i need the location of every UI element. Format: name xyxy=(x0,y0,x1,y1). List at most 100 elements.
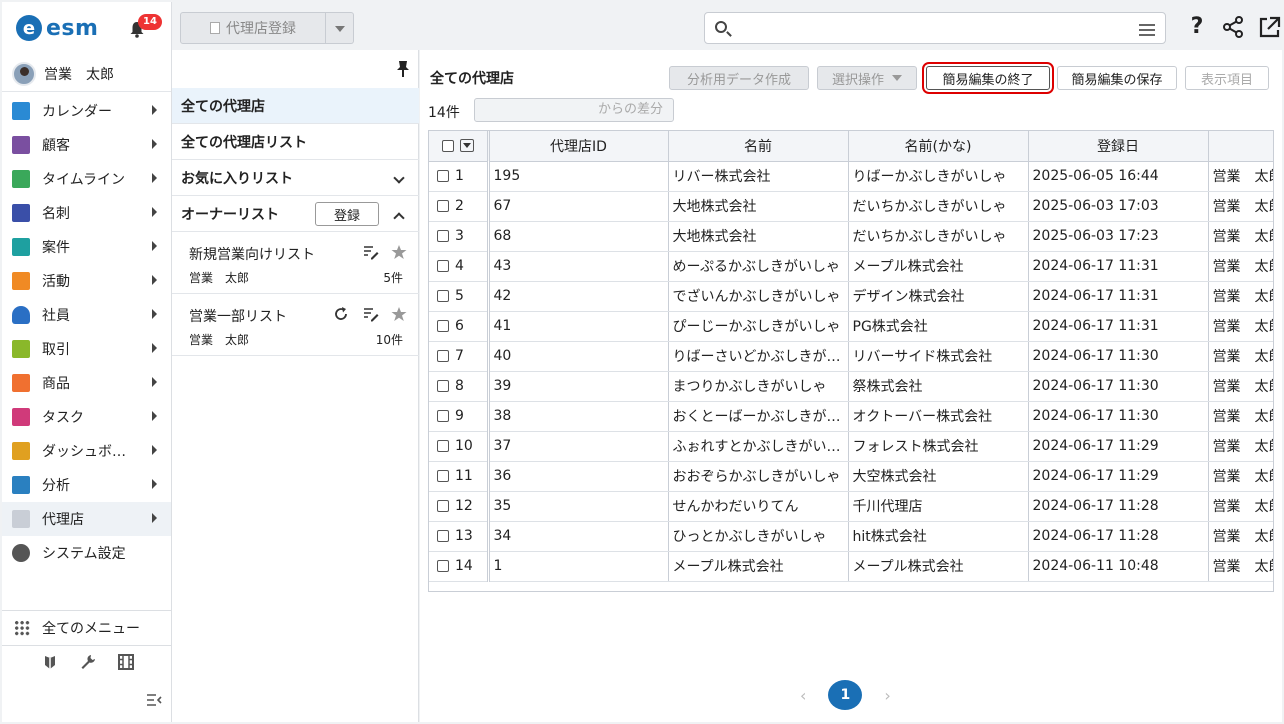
analysis-data-button[interactable]: 分析用データ作成 xyxy=(669,66,809,90)
cell-date[interactable]: 2024-06-17 11:28 xyxy=(1028,521,1209,552)
cell-owner[interactable]: 営業 太郎 xyxy=(1208,311,1273,342)
table-row[interactable]: 7 40 りばーさいどかぶしきが… リバーサイド株式会社 2024-06-17 11:3… xyxy=(429,341,1273,372)
row-select-cell[interactable]: 1 xyxy=(429,161,490,192)
cell-owner[interactable]: 営業 太郎 xyxy=(1208,341,1273,372)
cell-date[interactable]: 2025-06-05 16:44 xyxy=(1028,161,1209,192)
cell-date[interactable]: 2025-06-03 17:03 xyxy=(1028,191,1209,222)
cell-date[interactable]: 2024-06-17 11:28 xyxy=(1028,491,1209,522)
collapse-nav-icon[interactable] xyxy=(146,692,162,708)
cell-date[interactable]: 2024-06-17 11:30 xyxy=(1028,371,1209,402)
cell-kana[interactable]: オクトーバー株式会社 xyxy=(848,401,1029,432)
film-icon[interactable] xyxy=(118,654,134,670)
end-quick-edit-button[interactable]: 簡易編集の終了 xyxy=(922,62,1054,94)
page-number[interactable]: 1 xyxy=(828,680,863,710)
row-select-cell[interactable]: 4 xyxy=(429,251,490,282)
cell-id[interactable]: 43 xyxy=(488,251,669,282)
row-checkbox[interactable] xyxy=(437,230,449,242)
cell-name[interactable]: ふぉれすとかぶしきがい… xyxy=(668,431,849,462)
cell-owner[interactable]: 営業 太郎 xyxy=(1208,401,1273,432)
table-row[interactable]: 13 34 ひっとかぶしきがいしゃ hit株式会社 2024-06-17 11:28 営業… xyxy=(429,521,1273,552)
cell-kana[interactable]: メープル株式会社 xyxy=(848,251,1029,282)
row-select-cell[interactable]: 3 xyxy=(429,221,490,252)
cell-name[interactable]: おおぞらかぶしきがいしゃ xyxy=(668,461,849,492)
cell-date[interactable]: 2024-06-17 11:31 xyxy=(1028,281,1209,312)
column-header[interactable]: 名前 xyxy=(668,131,849,162)
cell-name[interactable]: ひっとかぶしきがいしゃ xyxy=(668,521,849,552)
cell-owner[interactable]: 営業 太郎 xyxy=(1208,371,1273,402)
cell-id[interactable]: 36 xyxy=(488,461,669,492)
cell-kana[interactable]: PG株式会社 xyxy=(848,311,1029,342)
help-icon[interactable]: ? xyxy=(1184,12,1210,42)
display-items-button[interactable]: 表示項目 xyxy=(1185,66,1269,90)
select-all-checkbox[interactable] xyxy=(441,139,454,152)
all-menu-button[interactable]: 全てのメニュー xyxy=(2,610,171,646)
cell-name[interactable]: でざいんかぶしきがいしゃ xyxy=(668,281,849,312)
edit-list-icon[interactable] xyxy=(363,244,379,260)
cell-name[interactable]: おくとーばーかぶしきが… xyxy=(668,401,849,432)
table-row[interactable]: 4 43 めーぷるかぶしきがいしゃ メープル株式会社 2024-06-17 11:31 営… xyxy=(429,251,1273,282)
row-select-cell[interactable]: 8 xyxy=(429,371,490,402)
user-profile[interactable]: 営業 太郎 xyxy=(2,56,171,92)
owner-list-item[interactable]: 新規営業向けリスト 営業 太郎 5件 xyxy=(172,232,419,294)
cell-id[interactable]: 39 xyxy=(488,371,669,402)
column-header[interactable] xyxy=(1208,131,1273,162)
list-owner-lists[interactable]: オーナーリスト 登録 xyxy=(172,196,419,232)
cell-name[interactable]: リバー株式会社 xyxy=(668,161,849,192)
cell-kana[interactable]: 大空株式会社 xyxy=(848,461,1029,492)
search-input[interactable] xyxy=(704,12,1166,44)
table-row[interactable]: 141メープル株式会社メープル株式会社2024-06-11 10:48営業 太郎 xyxy=(429,551,1273,582)
cell-date[interactable]: 2024-06-17 11:31 xyxy=(1028,251,1209,282)
menu-item[interactable]: カレンダー xyxy=(2,94,171,128)
row-select-cell[interactable]: 2 xyxy=(429,191,490,222)
cell-kana[interactable]: リバーサイド株式会社 xyxy=(848,341,1029,372)
menu-item[interactable]: 取引 xyxy=(2,332,171,366)
cell-owner[interactable]: 営業 太郎 xyxy=(1208,431,1273,462)
column-header[interactable]: 登録日 xyxy=(1028,131,1209,162)
share-icon[interactable] xyxy=(1220,12,1246,42)
row-select-cell[interactable]: 13 xyxy=(429,521,490,552)
row-checkbox[interactable] xyxy=(437,320,449,332)
menu-item[interactable]: 社員 xyxy=(2,298,171,332)
cell-owner[interactable]: 営業 太郎 xyxy=(1208,251,1273,282)
row-select-cell[interactable]: 14 xyxy=(429,551,490,582)
column-header[interactable]: 名前(かな) xyxy=(848,131,1029,162)
cell-owner[interactable]: 営業 太郎 xyxy=(1208,161,1273,192)
owner-list-register-button[interactable]: 登録 xyxy=(315,202,379,226)
cell-kana[interactable]: りばーかぶしきがいしゃ xyxy=(848,161,1029,192)
cell-date[interactable]: 2024-06-17 11:30 xyxy=(1028,401,1209,432)
cell-owner[interactable]: 営業 太郎 xyxy=(1208,491,1273,522)
cell-kana[interactable]: デザイン株式会社 xyxy=(848,281,1029,312)
save-quick-edit-button[interactable]: 簡易編集の保存 xyxy=(1057,66,1177,90)
cell-id[interactable]: 34 xyxy=(488,521,669,552)
shield-icon[interactable] xyxy=(42,654,58,670)
cell-id[interactable]: 37 xyxy=(488,431,669,462)
wrench-icon[interactable] xyxy=(80,654,96,670)
menu-item[interactable]: システム設定 xyxy=(2,536,171,570)
row-select-cell[interactable]: 11 xyxy=(429,461,490,492)
cell-kana[interactable]: だいちかぶしきがいしゃ xyxy=(848,191,1029,222)
row-checkbox[interactable] xyxy=(437,530,449,542)
cell-owner[interactable]: 営業 太郎 xyxy=(1208,281,1273,312)
cell-owner[interactable]: 営業 太郎 xyxy=(1208,551,1273,582)
select-dropdown-icon[interactable] xyxy=(459,139,474,153)
cell-id[interactable]: 41 xyxy=(488,311,669,342)
row-checkbox[interactable] xyxy=(437,200,449,212)
filter-settings-icon[interactable] xyxy=(1139,22,1155,36)
column-header[interactable]: 代理店ID xyxy=(488,131,669,162)
table-row[interactable]: 2 67 大地株式会社 だいちかぶしきがいしゃ 2025-06-03 17:03 営業 太… xyxy=(429,191,1273,222)
external-link-icon[interactable] xyxy=(1256,12,1282,42)
cell-id[interactable]: 40 xyxy=(488,341,669,372)
row-checkbox[interactable] xyxy=(437,440,449,452)
cell-id[interactable]: 67 xyxy=(488,191,669,222)
cell-date[interactable]: 2024-06-17 11:29 xyxy=(1028,461,1209,492)
cell-kana[interactable]: hit株式会社 xyxy=(848,521,1029,552)
register-dropdown-button[interactable] xyxy=(326,12,354,44)
menu-item[interactable]: タイムライン xyxy=(2,162,171,196)
row-select-cell[interactable]: 5 xyxy=(429,281,490,312)
table-row[interactable]: 6 41 ぴーじーかぶしきがいしゃ PG株式会社 2024-06-17 11:31 営業 … xyxy=(429,311,1273,342)
cell-owner[interactable]: 営業 太郎 xyxy=(1208,521,1273,552)
row-checkbox[interactable] xyxy=(437,350,449,362)
cell-name[interactable]: ぴーじーかぶしきがいしゃ xyxy=(668,311,849,342)
refresh-icon[interactable] xyxy=(333,306,349,322)
cell-id[interactable]: 1 xyxy=(488,551,669,582)
